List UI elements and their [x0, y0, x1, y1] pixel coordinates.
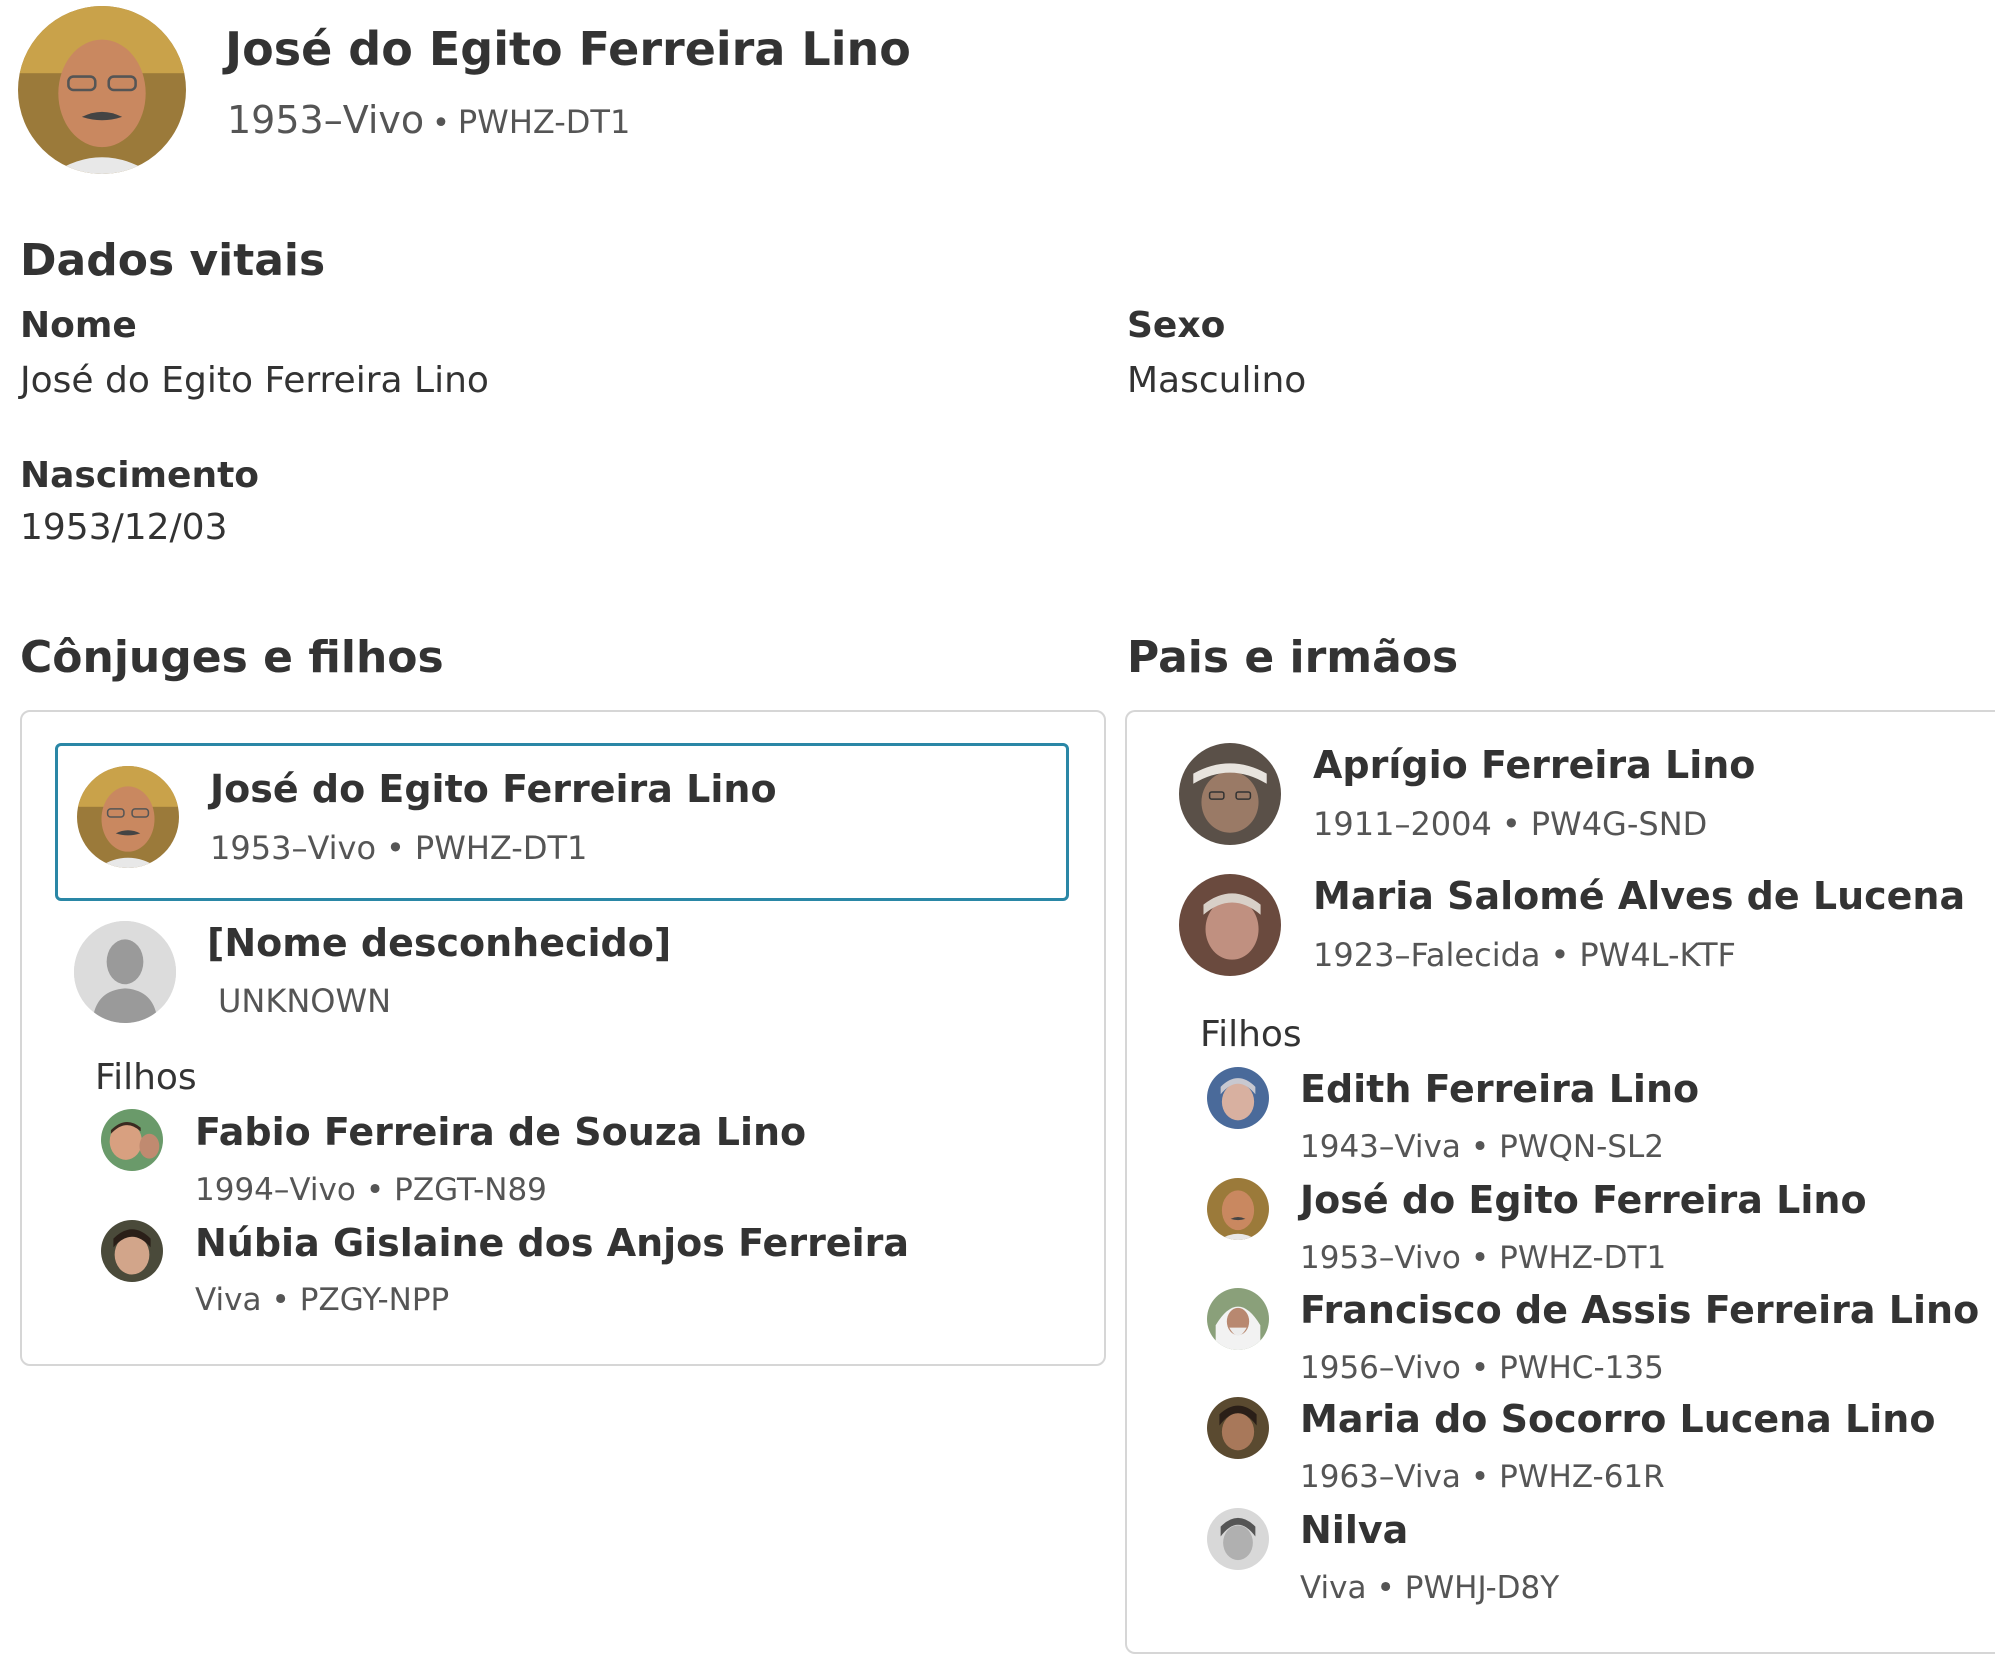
sibling-info: 1956–Vivo • PWHC-135: [1300, 1350, 1664, 1386]
child-avatar[interactable]: [101, 1220, 163, 1282]
parent-name[interactable]: Aprígio Ferreira Lino: [1313, 743, 1755, 787]
sibling-lifespan: 1963–Viva: [1300, 1459, 1461, 1495]
child-lifespan: 1994–Vivo: [195, 1172, 356, 1208]
spouse-name[interactable]: [Nome desconhecido]: [207, 921, 671, 965]
parent-info: 1911–2004 • PW4G-SND: [1313, 805, 1707, 843]
separator-dot: •: [1501, 805, 1521, 843]
separator-dot: •: [386, 829, 405, 867]
birth-label: Nascimento: [20, 455, 260, 496]
sibling-pid: PWQN-SL2: [1499, 1129, 1664, 1165]
separator-dot: •: [432, 106, 450, 141]
parent-name[interactable]: Maria Salomé Alves de Lucena: [1313, 874, 1965, 918]
sibling-pid: PWHJ-D8Y: [1404, 1570, 1560, 1606]
parent-info: 1923–Falecida • PW4L-KTF: [1313, 936, 1736, 974]
person-photo-icon: [77, 766, 179, 868]
spouse-unknown-info: UNKNOWN: [218, 982, 392, 1020]
separator-dot: •: [1470, 1350, 1490, 1386]
sibling-info: Viva • PWHJ-D8Y: [1300, 1570, 1559, 1606]
person-page: José do Egito Ferreira Lino 1953–Vivo • PW…: [0, 0, 1995, 1666]
child-name[interactable]: Fabio Ferreira de Souza Lino: [195, 1110, 806, 1154]
sibling-lifespan: 1953–Vivo: [1300, 1240, 1461, 1276]
sibling-name[interactable]: José do Egito Ferreira Lino: [1300, 1178, 1867, 1222]
unknown-person-avatar[interactable]: [74, 921, 176, 1023]
parent-lifespan: 1911–2004: [1313, 805, 1492, 843]
child-pid: PZGY-NPP: [299, 1282, 450, 1318]
sibling-lifespan: 1956–Vivo: [1300, 1350, 1461, 1386]
sibling-avatar[interactable]: [1207, 1508, 1269, 1570]
parent-lifespan: 1923–Falecida: [1313, 936, 1541, 974]
header-pid: PWHZ-DT1: [457, 103, 631, 141]
parent-avatar[interactable]: [1179, 743, 1281, 845]
parents-title: Pais e irmãos: [1127, 632, 1459, 683]
person-photo-icon: [1207, 1397, 1269, 1459]
vitals-title: Dados vitais: [20, 235, 326, 286]
name-value: José do Egito Ferreira Lino: [20, 360, 489, 401]
silhouette-icon: [74, 921, 176, 1023]
header-lifespan: 1953–Vivo: [227, 98, 425, 142]
sex-label: Sexo: [1127, 305, 1226, 346]
spouse-name[interactable]: José do Egito Ferreira Lino: [210, 767, 777, 811]
parent-avatar[interactable]: [1179, 874, 1281, 976]
sibling-name[interactable]: Francisco de Assis Ferreira Lino: [1300, 1288, 1979, 1332]
child-info: Viva • PZGY-NPP: [195, 1282, 449, 1318]
sibling-info: 1953–Vivo • PWHZ-DT1: [1300, 1240, 1666, 1276]
separator-dot: •: [365, 1172, 385, 1208]
sibling-pid: PWHZ-61R: [1499, 1459, 1665, 1495]
sibling-pid: PWHC-135: [1499, 1350, 1664, 1386]
spouse-avatar[interactable]: [77, 766, 179, 868]
sibling-lifespan: Viva: [1300, 1570, 1367, 1606]
siblings-label: Filhos: [1200, 1014, 1302, 1055]
sibling-avatar[interactable]: [1207, 1288, 1269, 1350]
sibling-info: 1943–Viva • PWQN-SL2: [1300, 1129, 1664, 1165]
person-photo-icon: [101, 1109, 163, 1171]
header-subtitle: 1953–Vivo • PWHZ-DT1: [227, 98, 630, 142]
person-photo-icon: [1207, 1178, 1269, 1240]
child-lifespan: Viva: [195, 1282, 262, 1318]
child-avatar[interactable]: [101, 1109, 163, 1171]
child-info: 1994–Vivo • PZGT-N89: [195, 1172, 547, 1208]
sibling-info: 1963–Viva • PWHZ-61R: [1300, 1459, 1665, 1495]
sibling-name[interactable]: Edith Ferreira Lino: [1300, 1067, 1699, 1111]
person-photo-icon: [18, 6, 186, 174]
name-label: Nome: [20, 305, 137, 346]
person-photo-icon: [1179, 743, 1281, 845]
sibling-avatar[interactable]: [1207, 1397, 1269, 1459]
child-name[interactable]: Núbia Gislaine dos Anjos Ferreira: [195, 1221, 909, 1265]
children-label: Filhos: [95, 1057, 197, 1098]
page-title: José do Egito Ferreira Lino: [225, 22, 911, 76]
separator-dot: •: [1470, 1129, 1490, 1165]
separator-dot: •: [1376, 1570, 1395, 1606]
person-photo-icon: [1207, 1288, 1269, 1350]
child-pid: PZGT-N89: [394, 1172, 547, 1208]
sibling-name[interactable]: Nilva: [1300, 1508, 1408, 1552]
separator-dot: •: [271, 1282, 290, 1318]
spouse-info: 1953–Vivo • PWHZ-DT1: [210, 829, 587, 867]
header-avatar: [18, 6, 186, 174]
parent-pid: PW4L-KTF: [1579, 936, 1736, 974]
separator-dot: •: [1470, 1240, 1490, 1276]
sibling-avatar[interactable]: [1207, 1178, 1269, 1240]
separator-dot: •: [1550, 936, 1570, 974]
person-photo-icon: [1207, 1508, 1269, 1570]
sibling-lifespan: 1943–Viva: [1300, 1129, 1461, 1165]
parent-pid: PW4G-SND: [1530, 805, 1708, 843]
spouse-pid: PWHZ-DT1: [414, 829, 588, 867]
birth-value: 1953/12/03: [20, 507, 228, 548]
sex-value: Masculino: [1127, 360, 1307, 401]
person-photo-icon: [1179, 874, 1281, 976]
person-photo-icon: [1207, 1067, 1269, 1129]
spouse-lifespan: 1953–Vivo: [210, 829, 377, 867]
sibling-pid: PWHZ-DT1: [1499, 1240, 1667, 1276]
sibling-name[interactable]: Maria do Socorro Lucena Lino: [1300, 1397, 1935, 1441]
spouses-title: Cônjuges e filhos: [20, 632, 444, 683]
separator-dot: •: [1470, 1459, 1490, 1495]
sibling-avatar[interactable]: [1207, 1067, 1269, 1129]
person-photo-icon: [101, 1220, 163, 1282]
